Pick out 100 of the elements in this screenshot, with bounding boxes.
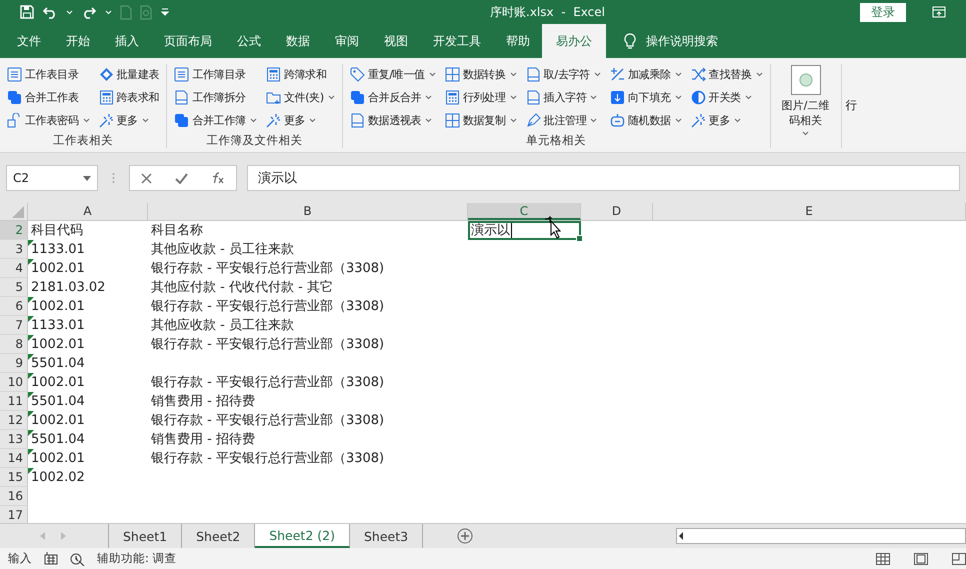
accessibility-status[interactable]: 辅助功能: 调查 bbox=[97, 551, 177, 566]
ribbon-button[interactable]: 批注管理 bbox=[524, 110, 602, 131]
ribbon-button[interactable]: 行 bbox=[846, 98, 858, 113]
row-header[interactable]: 16 bbox=[0, 487, 28, 506]
ribbon-tab[interactable]: 数据 bbox=[273, 24, 322, 58]
row-header[interactable]: 10 bbox=[0, 373, 28, 392]
caret-icon bbox=[590, 118, 598, 123]
function-icon[interactable] bbox=[210, 172, 225, 184]
ribbon-tab[interactable]: 文件 bbox=[4, 24, 53, 58]
accessibility-icon[interactable] bbox=[70, 552, 85, 566]
column-header[interactable]: E bbox=[653, 203, 966, 220]
ribbon-button[interactable]: 数据复制 bbox=[444, 110, 518, 131]
row-header[interactable]: 2 bbox=[0, 221, 28, 240]
ribbon-button[interactable]: 工作表密码 bbox=[6, 110, 91, 131]
formula-field[interactable]: 演示以 bbox=[247, 165, 960, 191]
column-header[interactable]: C bbox=[468, 203, 581, 220]
picture-qr-button[interactable]: 图片/二维码相关 bbox=[778, 64, 834, 136]
column-header[interactable]: A bbox=[28, 203, 148, 220]
ribbon-button[interactable]: 取/去字符 bbox=[524, 64, 602, 85]
ribbon-tab[interactable]: 插入 bbox=[102, 24, 151, 58]
ribbon-button[interactable]: 加减乘除 bbox=[608, 64, 683, 85]
ribbon-tab[interactable]: 开始 bbox=[53, 24, 102, 58]
ribbon-button[interactable]: 合并工作表 bbox=[6, 87, 91, 108]
ribbon-button[interactable]: 文件(夹) bbox=[264, 87, 336, 108]
fill-handle[interactable] bbox=[576, 235, 583, 242]
ribbon-button[interactable]: 更多 bbox=[690, 110, 764, 131]
ribbon-tab[interactable]: 视图 bbox=[371, 24, 420, 58]
ribbon-tab[interactable]: 易办公 bbox=[542, 24, 606, 58]
sheet-tab[interactable]: Sheet2 (2) bbox=[255, 524, 350, 548]
ribbon-tab[interactable]: 公式 bbox=[224, 24, 273, 58]
ribbon-button[interactable]: 工作簿拆分 bbox=[173, 87, 258, 108]
row-header[interactable]: 15 bbox=[0, 468, 28, 487]
ribbon-button[interactable]: 批量建表 bbox=[98, 64, 160, 85]
ribbon-button[interactable]: 工作表目录 bbox=[6, 64, 91, 85]
ribbon-button[interactable]: 行列处理 bbox=[444, 87, 518, 108]
ribbon-button[interactable]: 工作簿目录 bbox=[173, 64, 258, 85]
row-header[interactable]: 4 bbox=[0, 259, 28, 278]
tell-me-search[interactable]: 操作说明搜索 bbox=[646, 32, 718, 50]
column-header[interactable]: D bbox=[581, 203, 653, 220]
plus-minus-icon bbox=[610, 67, 625, 82]
caret-icon[interactable] bbox=[105, 10, 112, 14]
caret-icon bbox=[510, 118, 517, 123]
row-header[interactable]: 5 bbox=[0, 278, 28, 297]
document-icon bbox=[526, 90, 541, 105]
ribbon-button[interactable]: 向下填充 bbox=[608, 87, 683, 108]
shuffle-icon bbox=[690, 67, 706, 82]
ribbon-button[interactable]: 合并反合并 bbox=[348, 87, 437, 108]
save-icon[interactable] bbox=[20, 5, 34, 19]
ribbon-button[interactable]: 数据透视表 bbox=[348, 110, 437, 131]
ribbon-button[interactable]: 跨簿求和 bbox=[264, 64, 336, 85]
cell-text: 1002.01 bbox=[31, 260, 85, 278]
ribbon-button[interactable]: 开关类 bbox=[690, 87, 764, 108]
caret-icon bbox=[510, 95, 517, 100]
ribbon-display-icon[interactable] bbox=[932, 6, 946, 18]
name-box[interactable]: C2 bbox=[6, 165, 98, 191]
undo-icon[interactable] bbox=[42, 5, 58, 19]
login-button[interactable]: 登录 bbox=[860, 2, 906, 22]
row-header[interactable]: 17 bbox=[0, 506, 28, 523]
calculator-icon bbox=[266, 67, 281, 82]
ribbon-tab[interactable]: 帮助 bbox=[493, 24, 542, 58]
row-header[interactable]: 7 bbox=[0, 316, 28, 335]
ribbon-button[interactable]: 数据转换 bbox=[444, 64, 518, 85]
ribbon-button[interactable]: 插入字符 bbox=[524, 87, 602, 108]
page-break-icon[interactable] bbox=[952, 552, 966, 564]
ribbon-tab[interactable]: 审阅 bbox=[322, 24, 371, 58]
row-header[interactable]: 13 bbox=[0, 430, 28, 449]
sparkle-icon bbox=[98, 113, 114, 128]
macro-icon[interactable] bbox=[44, 552, 58, 565]
redo-icon[interactable] bbox=[81, 5, 97, 19]
scroll-left-icon[interactable] bbox=[677, 530, 685, 542]
row-header[interactable]: 14 bbox=[0, 449, 28, 468]
caret-icon[interactable] bbox=[66, 10, 73, 14]
ribbon-button[interactable]: 跨表求和 bbox=[98, 87, 160, 108]
cell-text: 科目代码 bbox=[31, 222, 83, 240]
ribbon-button[interactable]: 更多 bbox=[264, 110, 336, 131]
row-header[interactable]: 6 bbox=[0, 297, 28, 316]
row-header[interactable]: 3 bbox=[0, 240, 28, 259]
check-icon[interactable] bbox=[174, 172, 188, 184]
ribbon-button[interactable]: 合并工作簿 bbox=[173, 110, 258, 131]
ribbon-tab[interactable]: 开发工具 bbox=[420, 24, 493, 58]
row-header[interactable]: 9 bbox=[0, 354, 28, 373]
horizontal-scrollbar[interactable] bbox=[676, 528, 966, 544]
row-header[interactable]: 8 bbox=[0, 335, 28, 354]
document-icon bbox=[174, 90, 190, 105]
row-header[interactable]: 11 bbox=[0, 392, 28, 411]
ribbon-button[interactable]: 随机数据 bbox=[608, 110, 683, 131]
ribbon-button[interactable]: 查找替换 bbox=[690, 64, 764, 85]
cancel-icon[interactable] bbox=[141, 172, 152, 184]
caret-icon bbox=[510, 72, 517, 77]
ribbon-button[interactable]: 更多 bbox=[98, 110, 160, 131]
cell-text: 1002.01 bbox=[31, 298, 85, 316]
copy-icon bbox=[350, 90, 365, 105]
add-sheet-icon[interactable] bbox=[457, 528, 474, 544]
normal-view-icon[interactable] bbox=[876, 552, 890, 564]
row-header[interactable]: 12 bbox=[0, 411, 28, 430]
cell-text: 演示以 bbox=[471, 222, 510, 240]
ribbon-tab[interactable]: 页面布局 bbox=[151, 24, 224, 58]
customize-icon[interactable] bbox=[161, 8, 169, 16]
page-layout-icon[interactable] bbox=[914, 552, 928, 564]
ribbon-button[interactable]: 重复/唯一值 bbox=[348, 64, 437, 85]
